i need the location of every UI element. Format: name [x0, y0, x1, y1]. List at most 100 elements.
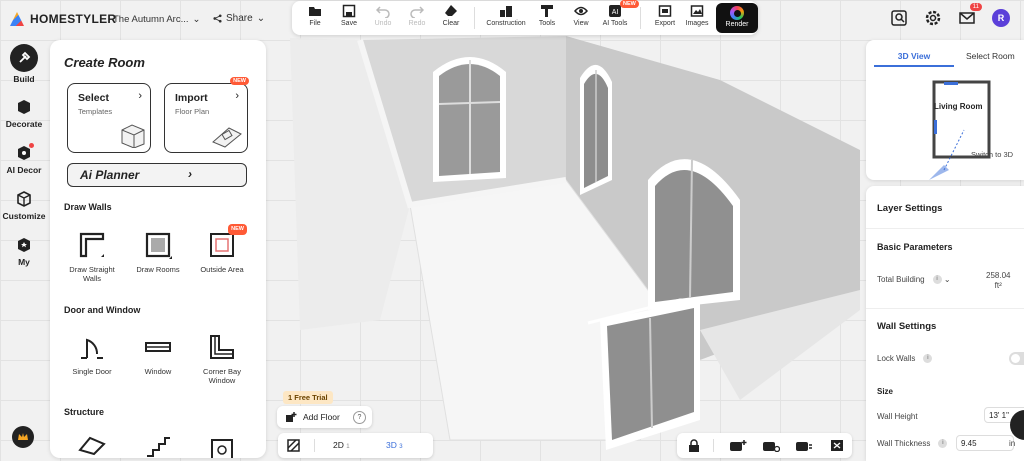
view-3d-count: 3	[399, 444, 403, 450]
wall-thickness-row: Wall Thickness i	[877, 439, 948, 449]
wall-height-label: Wall Height	[877, 412, 918, 421]
fit-screen-icon[interactable]	[830, 439, 844, 452]
redo-button[interactable]: Redo	[398, 4, 436, 34]
chevron-down-icon: ⌄	[192, 14, 201, 25]
wall-thickness-unit: in	[1009, 439, 1016, 448]
panel-title: Create Room	[64, 55, 145, 70]
chevron-down-icon[interactable]: ⌄	[944, 275, 951, 284]
tab-3d-view[interactable]: 3D View	[874, 49, 954, 67]
info-icon[interactable]: i	[932, 275, 942, 285]
lock-icon[interactable]	[687, 439, 701, 452]
settings-gear-icon[interactable]	[924, 9, 942, 27]
chevron-right-icon: ›	[235, 90, 239, 102]
tab-select-room[interactable]: Select Room	[966, 51, 1015, 61]
rail-build[interactable]: Build	[0, 44, 48, 84]
file-label: File	[309, 20, 321, 27]
rail-ai-decor[interactable]: AI Decor	[0, 143, 48, 175]
brand[interactable]: HOMESTYLER	[10, 12, 116, 26]
help-icon[interactable]: ?	[353, 410, 366, 424]
window-1[interactable]	[433, 57, 506, 182]
camera-add-icon[interactable]	[729, 439, 747, 452]
decorate-icon	[14, 97, 34, 117]
images-label: Images	[685, 20, 709, 27]
my-icon	[14, 235, 34, 255]
clear-button[interactable]: Clear	[432, 4, 470, 34]
share-button[interactable]: Share ⌄	[213, 13, 265, 24]
info-icon[interactable]: i	[938, 439, 948, 449]
new-badge: NEW	[228, 224, 247, 235]
info-icon[interactable]: i	[923, 354, 933, 364]
minimap-room-label: Living Room	[934, 102, 983, 111]
draw-rooms-tool[interactable]: Draw Rooms	[128, 230, 188, 274]
camera-walk-icon[interactable]	[795, 439, 813, 452]
ruler-icon	[541, 5, 553, 17]
wall-thickness-input[interactable]: 9.45	[956, 435, 1014, 451]
chevron-right-icon: ›	[138, 90, 142, 102]
view-2d-count: 1	[346, 444, 350, 450]
save-button[interactable]: Save	[330, 4, 368, 34]
import-sub: Floor Plan	[175, 107, 210, 116]
help-search-icon[interactable]	[890, 9, 908, 27]
construction-icon	[500, 6, 512, 17]
switch-to-3d-button[interactable]: Switch to 3D	[971, 150, 1013, 159]
build-icon	[10, 44, 38, 72]
corner-bay-window-tool[interactable]: Corner Bay Window	[192, 332, 252, 385]
rail-decorate[interactable]: Decorate	[0, 97, 48, 129]
structure-stairs-tool[interactable]	[128, 432, 188, 458]
create-room-panel: Create Room Select Templates › Import Fl…	[50, 40, 266, 458]
view-2d-tab[interactable]: 2D 1	[333, 440, 350, 450]
image-icon	[690, 5, 704, 17]
window-2[interactable]	[580, 64, 612, 195]
basic-parameters-heading: Basic Parameters	[877, 242, 953, 252]
door-window-heading: Door and Window	[64, 305, 141, 315]
rail-my[interactable]: My	[0, 235, 48, 267]
ai-tools-button[interactable]: AI AI Tools NEW	[596, 0, 639, 34]
wall-thickness-label: Wall Thickness	[877, 439, 931, 448]
share-icon	[213, 14, 222, 23]
add-floor-label: Add Floor	[303, 412, 340, 422]
construction-button[interactable]: Construction	[482, 4, 530, 34]
file-button[interactable]: File	[296, 4, 334, 34]
project-name[interactable]: The Autumn Arc... ⌄	[113, 14, 200, 25]
premium-crown-button[interactable]	[12, 426, 34, 448]
import-floor-plan-card[interactable]: Import Floor Plan › NEW	[164, 77, 249, 153]
main-toolbar: File Save Undo Redo Clear Construction T…	[292, 0, 758, 35]
mail-button[interactable]: 11	[958, 3, 982, 27]
clear-label: Clear	[442, 20, 460, 27]
total-building-label: Total Building	[877, 275, 925, 284]
mail-count-badge: 11	[969, 3, 982, 11]
structure-roof-tool[interactable]	[62, 432, 122, 458]
ai-planner-button[interactable]: Ai Planner ›	[67, 163, 247, 187]
camera-settings-icon[interactable]	[762, 439, 780, 452]
render-button[interactable]: Render	[716, 3, 758, 33]
window-tool[interactable]: Window	[128, 332, 188, 376]
add-floor-button[interactable]: Add Floor ?	[277, 406, 372, 428]
rail-my-label: My	[18, 257, 30, 267]
draw-straight-walls-tool[interactable]: Draw Straight Walls	[62, 230, 122, 283]
rail-customize[interactable]: Customize	[0, 189, 48, 221]
logo-icon	[10, 12, 24, 26]
images-button[interactable]: Images	[678, 4, 716, 34]
front-window[interactable]	[600, 300, 700, 450]
avatar[interactable]: R	[992, 9, 1010, 27]
undo-button[interactable]: Undo	[364, 4, 402, 34]
size-heading: Size	[877, 387, 894, 396]
view-button[interactable]: View	[562, 4, 600, 34]
eye-icon	[574, 6, 588, 16]
minimap-floorplan[interactable]	[924, 70, 1024, 180]
customize-icon	[14, 189, 34, 209]
structure-column-tool[interactable]	[192, 432, 252, 458]
outside-area-tool[interactable]: NEW Outside Area	[192, 224, 252, 274]
hatch-pattern-icon[interactable]	[287, 439, 300, 452]
column-icon	[207, 432, 237, 458]
tools-button[interactable]: Tools	[528, 4, 566, 34]
share-label: Share	[226, 13, 253, 24]
single-door-tool[interactable]: Single Door	[62, 332, 122, 376]
layer-settings-heading: Layer Settings	[877, 203, 943, 214]
window-icon	[143, 332, 173, 362]
single-door-label: Single Door	[72, 367, 112, 376]
ai-planner-label: Ai Planner	[80, 168, 140, 182]
view-3d-tab[interactable]: 3D 3	[386, 440, 403, 450]
select-templates-card[interactable]: Select Templates ›	[67, 83, 151, 153]
lock-walls-toggle[interactable]	[1009, 352, 1024, 365]
